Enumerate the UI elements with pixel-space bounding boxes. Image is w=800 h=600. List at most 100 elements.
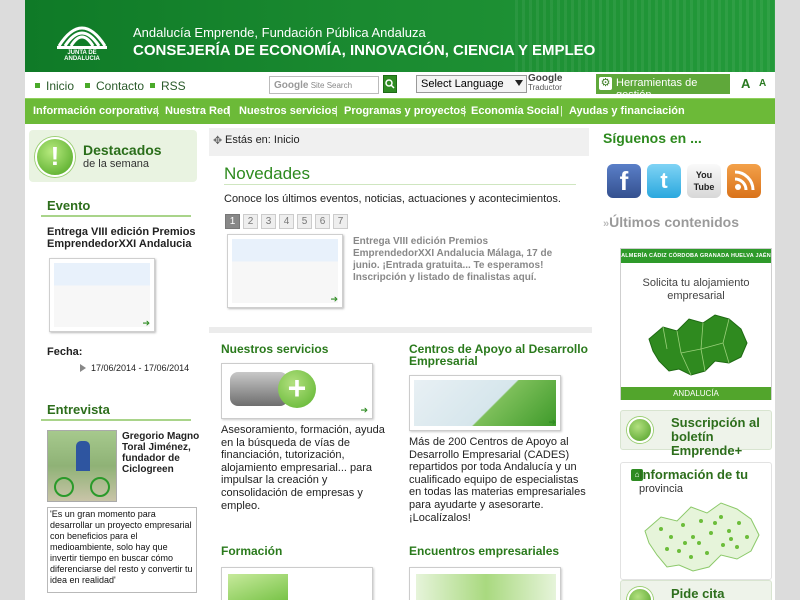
section-separator (209, 327, 592, 333)
link-contacto[interactable]: Contacto (85, 79, 144, 93)
andalucia-label: ANDALUCÍA (621, 387, 771, 400)
page: JUNTA DE ANDALUCIA Andalucía Emprende, F… (25, 0, 775, 600)
page-button[interactable]: 4 (279, 214, 294, 229)
page-button[interactable]: 5 (297, 214, 312, 229)
main-nav: Información corporativa | Nuestra Red | … (25, 98, 775, 124)
evento-thumbnail-image (54, 263, 150, 327)
nav-item-nuestros-servicios[interactable]: Nuestros servicios (239, 105, 337, 117)
youtube-icon[interactable]: You Tube (687, 164, 721, 198)
bicycle-wheel (90, 477, 110, 497)
nav-item-informacion-corporativa[interactable]: Información corporativa (33, 105, 159, 117)
evento-thumbnail[interactable]: ➔ (49, 258, 155, 332)
page-button[interactable]: 7 (333, 214, 348, 229)
cades-image[interactable]: ➔ (409, 375, 561, 431)
news-item-link[interactable]: Entrega VIII edición Premios Emprendedor… (353, 236, 563, 284)
link-rss[interactable]: RSS (150, 79, 186, 93)
breadcrumb: ✥ Estás en: Inicio (209, 128, 589, 156)
entrevista-name-link[interactable]: Gregorio Magno Toral Jiménez, fundador d… (122, 431, 202, 475)
novedades-intro: Conoce los últimos eventos, noticias, ac… (224, 193, 561, 205)
arrow-right-icon: ➔ (330, 294, 338, 304)
ultimos-contenidos-label: Últimos contenidos (609, 214, 740, 230)
news-thumbnail[interactable]: ➔ (227, 234, 343, 308)
search-button[interactable] (383, 75, 397, 93)
nav-item-nuestra-red[interactable]: Nuestra Red (165, 105, 230, 117)
chevron-down-icon (515, 80, 523, 86)
page-button[interactable]: 2 (243, 214, 258, 229)
nav-item-programas-proyectos[interactable]: Programas y proyectos (344, 105, 466, 117)
suscripcion-label: Suscripción al boletín Emprende+ (671, 415, 760, 458)
suscripcion-box[interactable]: Suscripción al boletín Emprende+ (620, 410, 772, 458)
person-figure (76, 441, 90, 471)
language-select-value: Select Language (421, 78, 504, 90)
font-size-large-button[interactable]: A (741, 76, 750, 91)
breadcrumb-current[interactable]: Inicio (274, 134, 300, 146)
formacion-image[interactable] (221, 567, 373, 600)
arrow-right-icon: ➔ (548, 417, 556, 427)
fecha-label: Fecha: (47, 346, 83, 358)
andalucia-map-icon (648, 314, 748, 376)
search-placeholder: Site Search (310, 81, 353, 90)
bicycle-wheel (54, 477, 74, 497)
encuentros-heading[interactable]: Encuentros empresariales (409, 545, 559, 557)
arrow-right-icon: ➔ (360, 405, 368, 415)
ultimos-contenidos-link[interactable]: »Últimos contenidos (603, 214, 739, 230)
page-button[interactable]: 1 (225, 214, 240, 229)
nav-separator: | (156, 105, 159, 117)
nav-item-economia-social[interactable]: Economía Social (471, 105, 559, 117)
pide-cita-box[interactable]: Pide cita (620, 580, 772, 600)
junta-logo[interactable]: JUNTA DE ANDALUCIA (51, 12, 113, 62)
rss-symbol-icon (734, 170, 755, 191)
language-select[interactable]: Select Language (416, 75, 527, 93)
fecha-value: 17/06/2014 - 17/06/2014 (80, 363, 189, 373)
bullet-icon (35, 83, 40, 88)
link-inicio[interactable]: Inicio (35, 79, 74, 93)
globe-graphic (414, 380, 556, 426)
rss-feed-icon[interactable] (727, 164, 761, 198)
novedades-heading: Novedades (224, 164, 311, 183)
bullet-icon (85, 83, 90, 88)
search-icon (385, 79, 395, 89)
link-contacto-label: Contacto (96, 79, 145, 93)
evento-heading: Evento (41, 198, 191, 217)
entrevista-heading: Entrevista (41, 402, 191, 421)
plus-icon: + (278, 370, 316, 408)
destacados-subtitle: de la semana (83, 158, 150, 170)
pide-cita-label: Pide cita (671, 586, 725, 600)
servicios-image[interactable]: + ➔ (221, 363, 373, 419)
alojamiento-text: Solicita tu alojamiento empresarial (642, 277, 750, 302)
exclamation-icon (35, 137, 75, 177)
site-subtitle: Andalucía Emprende, Fundación Pública An… (133, 25, 426, 40)
move-icon: ✥ (213, 135, 223, 147)
cades-heading[interactable]: Centros de Apoyo al Desarrollo Empresari… (409, 343, 589, 367)
provinces-strip: ALMERÍA CÁDIZ CÓRDOBA GRANADA HUELVA JAÉ… (621, 249, 771, 273)
junta-logo-arches-icon (57, 26, 107, 49)
page-button[interactable]: 6 (315, 214, 330, 229)
left-column: Destacados de la semana Evento Entrega V… (25, 124, 205, 600)
nav-item-ayudas-financiacion[interactable]: Ayudas y financiación (569, 105, 685, 117)
twitter-icon[interactable]: t (647, 164, 681, 198)
youtube-label: You Tube (693, 170, 715, 192)
folder-graphic (228, 574, 288, 600)
servicios-heading[interactable]: Nuestros servicios (221, 343, 328, 355)
google-translate-brand: Google Traductor (528, 74, 562, 93)
facebook-icon[interactable]: f (607, 164, 641, 198)
gear-icon: ⚙ (599, 77, 612, 90)
entrevista-photo[interactable] (47, 430, 117, 502)
evento-title-link[interactable]: Entrega VIII edición Premios Emprendedor… (47, 226, 197, 250)
page-button[interactable]: 3 (261, 214, 276, 229)
plant-graphic (416, 574, 556, 600)
arrow-right-icon: ➔ (142, 318, 150, 328)
cades-text: Más de 200 Centros de Apoyo al Desarroll… (409, 436, 586, 524)
logo-text: JUNTA DE ANDALUCIA (64, 50, 100, 62)
encuentros-image[interactable] (409, 567, 561, 600)
link-inicio-label: Inicio (46, 79, 75, 93)
font-size-small-button[interactable]: A (759, 78, 766, 89)
management-tools-button[interactable]: ⚙ Herramientas de gestión (596, 74, 730, 101)
search-input[interactable]: Google Site Search (269, 76, 379, 94)
nav-separator: | (228, 105, 231, 117)
info-provincia-box[interactable]: ⌂ Información de tu provincia (620, 462, 772, 580)
right-column: Síguenos en ... f t You Tube »Últimos co… (597, 124, 775, 600)
alojamiento-banner[interactable]: ALMERÍA CÁDIZ CÓRDOBA GRANADA HUELVA JAÉ… (620, 248, 772, 400)
site-title: CONSEJERÍA DE ECONOMÍA, INNOVACIÓN, CIEN… (133, 42, 596, 59)
formacion-heading[interactable]: Formación (221, 545, 282, 557)
